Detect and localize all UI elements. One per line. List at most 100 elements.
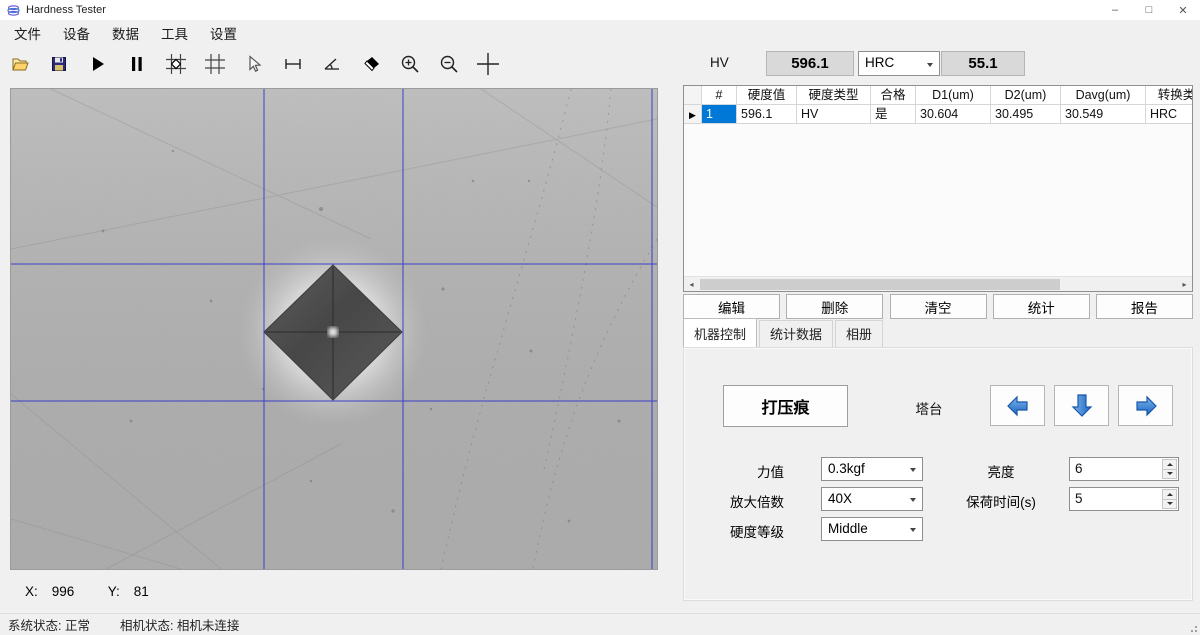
chevron-down-icon [910,468,916,472]
spin-up-icon[interactable] [1162,459,1177,470]
arrow-left-icon [1005,394,1031,418]
maximize-button[interactable]: □ [1132,0,1166,20]
col-d1[interactable]: D1(um) [916,86,991,105]
delete-button[interactable]: 删除 [786,294,883,319]
turret-right-button[interactable] [1118,385,1173,426]
menu-file[interactable]: 文件 [6,20,49,46]
action-buttons: 编辑 删除 清空 统计 报告 [683,294,1193,319]
spin-up-icon[interactable] [1162,489,1177,500]
col-pass[interactable]: 合格 [871,86,916,105]
magnification-select[interactable]: 40X [821,487,923,511]
cell-convert[interactable]: HRC [1146,105,1193,124]
menu-settings[interactable]: 设置 [202,20,245,46]
table-row[interactable]: ▶ 1 596.1 HV 是 30.604 30.495 30.549 HRC [684,105,1192,124]
col-hardness[interactable]: 硬度值 [737,86,797,105]
y-value: 81 [134,584,164,599]
convert-type-value: HRC [865,55,894,70]
zoom-in-icon[interactable] [390,48,429,80]
close-button[interactable]: ✕ [1166,0,1200,20]
y-label: Y: [108,584,120,599]
edit-button[interactable]: 编辑 [683,294,780,319]
row-header-corner [684,86,702,105]
pause-icon[interactable] [117,48,156,80]
title-bar: Hardness Tester – □ ✕ [0,0,1200,20]
col-davg[interactable]: Davg(um) [1061,86,1146,105]
menu-tools[interactable]: 工具 [153,20,196,46]
force-label: 力值 [704,461,784,481]
menu-device[interactable]: 设备 [55,20,98,46]
col-d2[interactable]: D2(um) [991,86,1061,105]
indent-button[interactable]: 打压痕 [723,385,848,427]
specimen-image [11,89,657,569]
minimize-button[interactable]: – [1098,0,1132,20]
results-table: # 硬度值 硬度类型 合格 D1(um) D2(um) Davg(um) 转换类… [683,85,1193,292]
angle-measure-icon[interactable] [312,48,351,80]
col-convert[interactable]: 转换类 [1146,86,1193,105]
scrollbar-thumb[interactable] [700,279,1060,290]
scroll-right-icon[interactable]: ▸ [1177,277,1192,292]
tab-machine-control[interactable]: 机器控制 [683,318,757,347]
eraser-icon[interactable] [351,48,390,80]
hardness-level-label: 硬度等级 [704,521,784,541]
brightness-label: 亮度 [956,461,1046,481]
length-measure-icon[interactable] [273,48,312,80]
brightness-spinner[interactable]: 6 [1069,457,1179,481]
menu-data[interactable]: 数据 [104,20,147,46]
col-num[interactable]: # [702,86,737,105]
turret-down-button[interactable] [1054,385,1109,426]
clear-button[interactable]: 清空 [890,294,987,319]
stats-button[interactable]: 统计 [993,294,1090,319]
cell-d1[interactable]: 30.604 [916,105,991,124]
turret-label: 塔台 [894,398,964,418]
tab-strip: 机器控制 统计数据 相册 [683,325,1193,347]
measurement-strip: HV 596.1 HRC 55.1 [683,51,1193,76]
system-status: 系统状态: 正常 [8,615,90,634]
magnification-label: 放大倍数 [704,491,784,511]
spin-down-icon[interactable] [1162,500,1177,510]
open-icon[interactable] [0,48,39,80]
dwell-time-label: 保荷时间(s) [956,491,1046,511]
scroll-left-icon[interactable]: ◂ [684,277,699,292]
grid-icon[interactable] [195,48,234,80]
arrow-down-icon [1070,393,1094,419]
report-button[interactable]: 报告 [1096,294,1193,319]
hardness-tester-window: Hardness Tester – □ ✕ 文件 设备 数据 工具 设置 [0,0,1200,635]
row-selector: ▶ [684,105,702,124]
hv-label: HV [710,55,729,70]
convert-type-select[interactable]: HRC [858,51,940,76]
spin-down-icon[interactable] [1162,470,1177,480]
cursor-icon[interactable] [234,48,273,80]
zoom-out-icon[interactable] [429,48,468,80]
cursor-coordinates: X: 996 Y: 81 [25,584,164,599]
status-bar: 系统状态: 正常 相机状态: 相机未连接 [0,613,1200,635]
hardness-level-select[interactable]: Middle [821,517,923,541]
dwell-time-value: 5 [1075,491,1083,506]
chevron-down-icon [910,528,916,532]
arrow-right-icon [1133,394,1159,418]
tab-statistics[interactable]: 统计数据 [759,320,833,347]
turret-left-button[interactable] [990,385,1045,426]
cell-hardness[interactable]: 596.1 [737,105,797,124]
cell-d2[interactable]: 30.495 [991,105,1061,124]
cell-num[interactable]: 1 [702,105,737,124]
x-value: 996 [52,584,82,599]
dwell-time-spinner[interactable]: 5 [1069,487,1179,511]
cell-pass[interactable]: 是 [871,105,916,124]
crosshair-icon[interactable] [468,48,507,80]
play-icon[interactable] [78,48,117,80]
menu-bar: 文件 设备 数据 工具 设置 [0,20,1200,45]
col-type[interactable]: 硬度类型 [797,86,871,105]
resize-grip[interactable] [1188,623,1198,633]
camera-view[interactable] [10,88,658,570]
force-select[interactable]: 0.3kgf [821,457,923,481]
magnification-value: 40X [828,491,852,506]
table-hscrollbar[interactable]: ◂ ▸ [684,276,1192,291]
cell-davg[interactable]: 30.549 [1061,105,1146,124]
cell-type[interactable]: HV [797,105,871,124]
camera-status: 相机状态: 相机未连接 [120,615,239,634]
tab-album[interactable]: 相册 [835,320,883,347]
grid-diamond-icon[interactable] [156,48,195,80]
save-icon[interactable] [39,48,78,80]
machine-control-panel: 打压痕 塔台 力值 0.3kgf 放大倍数 [683,347,1193,601]
force-value: 0.3kgf [828,461,865,476]
